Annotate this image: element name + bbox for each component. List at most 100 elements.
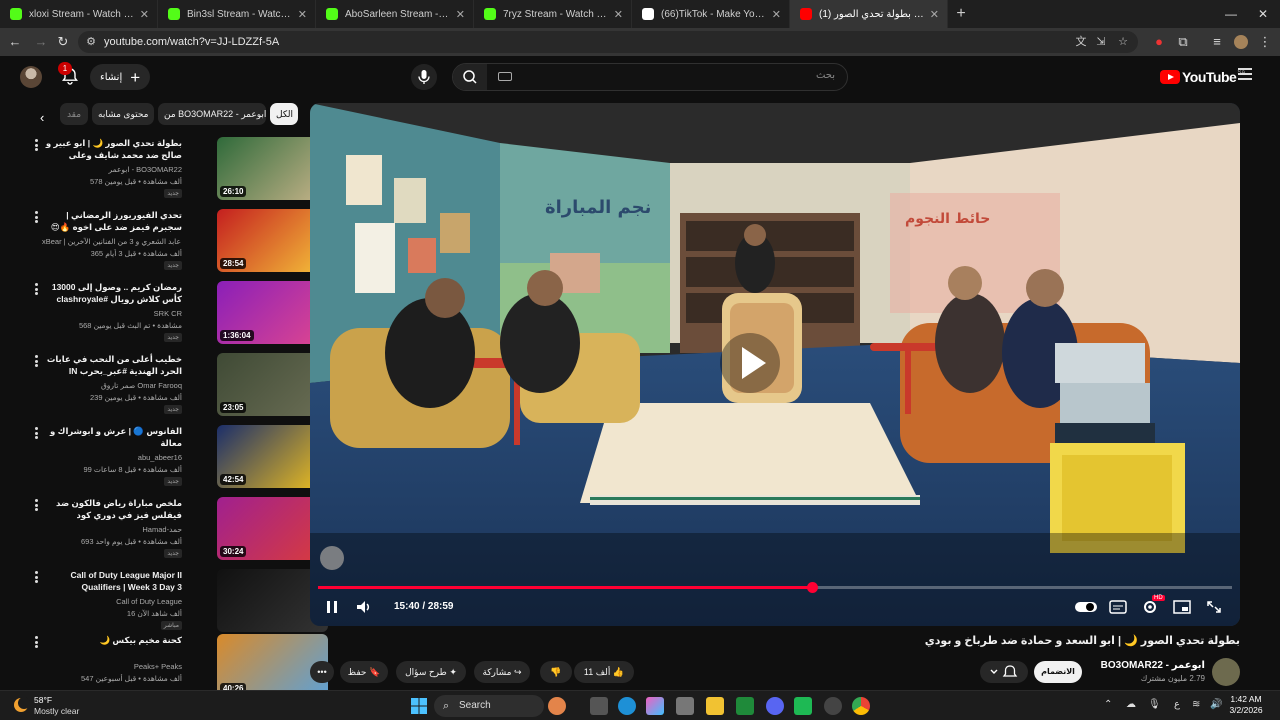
- recommended-video[interactable]: 26:10 بطولة تحدي الصور 🌙 | ابو عبير و صا…: [30, 137, 328, 203]
- url-text[interactable]: youtube.com/watch?v=JJ-LDZZf-5A: [104, 36, 279, 48]
- browser-tab[interactable]: Bin3sl Stream - Watch Live on K ✕: [158, 0, 316, 28]
- weather-temperature[interactable]: 58°F: [34, 695, 52, 705]
- browser-menu-icon[interactable]: ⋮: [1256, 33, 1274, 51]
- center-play-icon[interactable]: [720, 333, 780, 393]
- channel-name[interactable]: ابوعمر - BO3OMAR22: [1080, 660, 1205, 671]
- extensions-puzzle-icon[interactable]: ⧉: [1174, 33, 1192, 51]
- voice-search-icon[interactable]: [411, 64, 437, 90]
- chip-related[interactable]: محتوى مشابه: [92, 103, 154, 125]
- more-options-icon[interactable]: [32, 636, 40, 650]
- browser-tab[interactable]: 7ryz Stream - Watch Live on Ki ✕: [474, 0, 632, 28]
- recommended-channel-name[interactable]: xBear | ابو عابد الشعري و 3 من الفنانين …: [42, 237, 182, 246]
- progress-bar-played[interactable]: [318, 586, 812, 589]
- file-explorer-icon[interactable]: [706, 697, 724, 715]
- pause-icon[interactable]: [322, 598, 342, 616]
- share-button[interactable]: مشاركة ↪: [474, 661, 530, 683]
- join-button[interactable]: الانضمام: [1034, 661, 1082, 683]
- progress-scrubber-handle[interactable]: [806, 582, 818, 593]
- edge-browser-icon[interactable]: [618, 697, 636, 715]
- recommended-video-title[interactable]: رمضان كريم .. وصول إلى 13000 كأس كلاش رو…: [42, 281, 182, 305]
- fullscreen-exit-icon[interactable]: [1204, 598, 1224, 616]
- recommended-video-title[interactable]: الفانوس 🔵 | عرش و ابوشراك و معالة: [42, 425, 182, 449]
- tab-close-icon[interactable]: ✕: [140, 8, 149, 21]
- recommended-video-title[interactable]: تحدي الفيوريورز الرمضاني | سجبرم فيمز ضد…: [42, 209, 182, 233]
- store-icon[interactable]: [676, 697, 694, 715]
- recommended-channel-name[interactable]: Hamad-حمد: [42, 525, 182, 534]
- browser-tab[interactable]: (1) بطولة تحدي الصور 🌙 | ✕: [790, 0, 948, 28]
- tray-overflow-icon[interactable]: ⌃: [1104, 699, 1112, 710]
- recommended-channel-name[interactable]: SRK CR: [42, 309, 182, 318]
- app-green-icon[interactable]: [794, 697, 812, 715]
- subtitles-icon[interactable]: [1108, 598, 1128, 616]
- miniplayer-icon[interactable]: [1172, 598, 1192, 616]
- chrome-icon[interactable]: [852, 697, 870, 715]
- dislike-button[interactable]: 👎: [540, 661, 572, 683]
- youtube-logo[interactable]: YouTube SA: [1160, 69, 1245, 85]
- volume-icon[interactable]: [354, 598, 374, 616]
- chip-all[interactable]: الكل: [270, 103, 298, 125]
- install-app-icon[interactable]: ⇲: [1094, 35, 1108, 49]
- address-bar[interactable]: ⚙ youtube.com/watch?v=JJ-LDZZf-5A 文 ⇲ ☆: [78, 31, 1138, 53]
- like-button[interactable]: 11 ألف 👍: [574, 661, 634, 683]
- speaker-icon[interactable]: 🔊: [1210, 699, 1222, 710]
- browser-tab[interactable]: xloxi Stream - Watch Live on Ki ✕: [0, 0, 158, 28]
- profile-avatar-icon[interactable]: [1232, 33, 1250, 51]
- app-gear-icon[interactable]: [824, 697, 842, 715]
- recommended-channel-name[interactable]: صمر تاروق Omar Farooq: [42, 381, 182, 390]
- recommended-video[interactable]: 23:05 خطيب أعلى من النحب في عابات الحرد …: [30, 353, 328, 419]
- more-options-icon[interactable]: [32, 355, 40, 369]
- weather-moon-icon[interactable]: [12, 695, 32, 715]
- more-options-icon[interactable]: [32, 571, 40, 585]
- browser-tab[interactable]: AboSarleen Stream - Watch Liv ✕: [316, 0, 474, 28]
- tab-close-icon[interactable]: ✕: [456, 8, 465, 21]
- microphone-tray-icon[interactable]: 🎙: [1148, 699, 1161, 710]
- taskbar-clock[interactable]: 1:42 AM 3/2/2026: [1226, 694, 1266, 716]
- recommended-channel-name[interactable]: ابوعمر - BO3OMAR22: [42, 165, 182, 174]
- task-view-icon[interactable]: [590, 697, 608, 715]
- recommended-video-title[interactable]: Call of Duty League Major II Qualifiers …: [42, 569, 182, 593]
- recommended-channel-name[interactable]: abu_abeer16: [42, 453, 182, 462]
- onedrive-cloud-icon[interactable]: ☁: [1126, 699, 1136, 710]
- autoplay-toggle-icon[interactable]: [1074, 598, 1098, 616]
- copilot-icon[interactable]: [646, 697, 664, 715]
- chip-more[interactable]: مقد: [60, 103, 88, 125]
- subscribed-bell-button[interactable]: [980, 661, 1028, 683]
- more-actions-button[interactable]: •••: [310, 661, 334, 683]
- recommended-channel-name[interactable]: Peaks+ Peaks: [42, 662, 182, 671]
- recommended-video[interactable]: Call of Duty League Major II Qualifiers …: [30, 569, 328, 635]
- discord-icon[interactable]: [766, 697, 784, 715]
- xbox-icon[interactable]: [736, 697, 754, 715]
- extension-icon[interactable]: ●: [1150, 33, 1168, 51]
- minimize-icon[interactable]: —: [1214, 0, 1248, 28]
- more-options-icon[interactable]: [32, 283, 40, 297]
- wifi-icon[interactable]: ≋: [1192, 699, 1200, 710]
- more-options-icon[interactable]: [32, 427, 40, 441]
- channel-avatar[interactable]: [1212, 658, 1240, 686]
- recommended-video-title[interactable]: ملخص مباراة رياض فالكون ضد فيفلس فيز في …: [42, 497, 182, 521]
- more-options-icon[interactable]: [32, 499, 40, 513]
- tab-close-icon[interactable]: ✕: [772, 8, 781, 21]
- more-options-icon[interactable]: [32, 211, 40, 225]
- keyboard-language[interactable]: ع: [1174, 699, 1180, 710]
- taskbar-app-icon[interactable]: [548, 697, 566, 715]
- search-icon[interactable]: [453, 64, 487, 90]
- create-button[interactable]: إنشاء +: [90, 64, 151, 90]
- forward-icon[interactable]: →: [32, 33, 50, 51]
- tab-close-icon[interactable]: ✕: [930, 8, 939, 21]
- recommended-video[interactable]: 30:24 ملخص مباراة رياض فالكون ضد فيفلس ف…: [30, 497, 328, 563]
- tab-close-icon[interactable]: ✕: [614, 8, 623, 21]
- site-info-icon[interactable]: ⚙: [84, 35, 98, 49]
- chip-from-channel[interactable]: من BO3OMAR22 - ابوعمر: [158, 103, 266, 125]
- browser-tab[interactable]: (66)TikTok - Make Your Day ✕: [632, 0, 790, 28]
- video-player[interactable]: نجم المباراة حائط النجوم 15:40 / 28:59 H…: [310, 103, 1240, 626]
- translate-icon[interactable]: 文: [1074, 35, 1088, 49]
- back-icon[interactable]: ←: [6, 33, 24, 51]
- ask-button[interactable]: طرح سؤال ✦: [396, 661, 466, 683]
- recommended-video[interactable]: 1:36:04 رمضان كريم .. وصول إلى 13000 كأس…: [30, 281, 328, 347]
- weather-description[interactable]: Mostly clear: [34, 706, 79, 716]
- windows-start-icon[interactable]: [410, 697, 428, 715]
- more-options-icon[interactable]: [32, 139, 40, 153]
- bookmark-star-icon[interactable]: ☆: [1116, 35, 1130, 49]
- reload-icon[interactable]: ↻: [54, 33, 72, 51]
- recommended-video-title[interactable]: بطولة تحدي الصور 🌙 | ابو عبير و صالح ضد …: [42, 137, 182, 161]
